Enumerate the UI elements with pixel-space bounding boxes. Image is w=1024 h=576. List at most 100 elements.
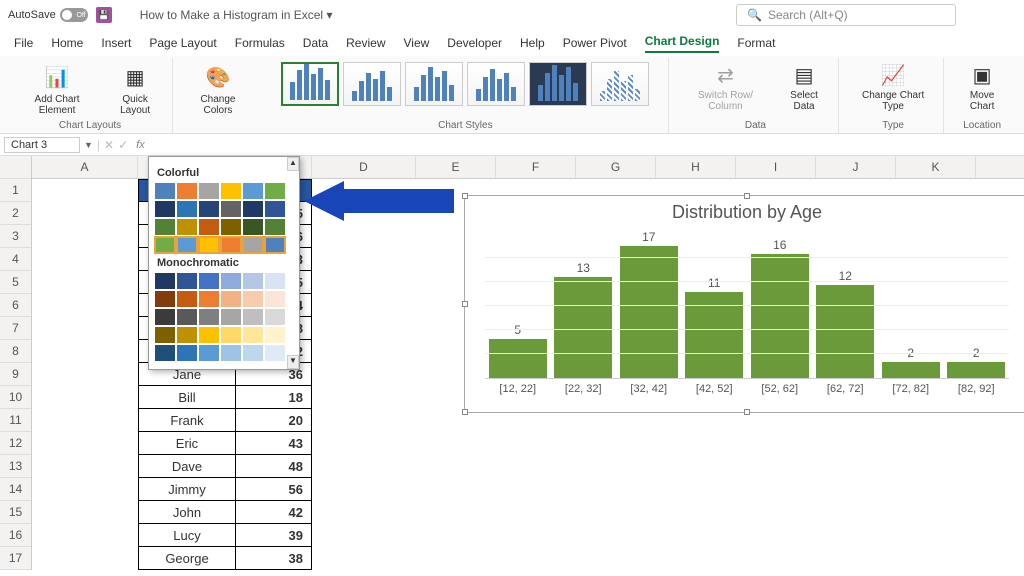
color-swatch[interactable] [265,273,285,289]
scroll-up-icon[interactable]: ▲ [287,157,299,171]
scroll-down-icon[interactable]: ▼ [287,355,299,369]
resize-handle[interactable] [462,409,468,415]
tab-developer[interactable]: Developer [447,36,502,50]
table-cell[interactable]: Bill [138,386,236,409]
color-swatch[interactable] [199,345,219,361]
color-swatch[interactable] [221,237,241,253]
color-swatch[interactable] [243,345,263,361]
color-swatch[interactable] [243,327,263,343]
column-header[interactable]: K [896,156,976,178]
table-cell[interactable]: Lucy [138,524,236,547]
tab-help[interactable]: Help [520,36,545,50]
color-swatch[interactable] [265,345,285,361]
row-header[interactable]: 9 [0,363,31,386]
select-data-button[interactable]: ▤Select Data [776,62,832,114]
resize-handle[interactable] [744,193,750,199]
color-swatch[interactable] [265,291,285,307]
color-swatch[interactable] [221,273,241,289]
chart-bar[interactable]: 16 [750,238,810,378]
resize-handle[interactable] [744,409,750,415]
add-chart-element-button[interactable]: 📊Add Chart Element [14,62,100,118]
row-header[interactable]: 3 [0,225,31,248]
chevron-down-icon[interactable]: ▼ [84,140,93,150]
column-header[interactable]: G [576,156,656,178]
table-cell[interactable]: Dave [138,455,236,478]
embedded-chart[interactable]: ＋ 🖌 Distribution by Age 5131711161222 [1… [464,195,1024,413]
chart-bar[interactable]: 13 [553,261,613,378]
color-swatch[interactable] [155,291,175,307]
color-swatch[interactable] [155,345,175,361]
table-cell[interactable]: 43 [236,432,312,455]
color-swatch[interactable] [199,201,219,217]
table-cell[interactable]: 42 [236,501,312,524]
color-swatch[interactable] [221,219,241,235]
fx-icon[interactable]: fx [136,139,145,151]
table-cell[interactable]: George [138,547,236,570]
color-swatch[interactable] [265,237,285,253]
change-chart-type-button[interactable]: 📈Change Chart Type [849,62,937,114]
row-header[interactable]: 5 [0,271,31,294]
color-swatch[interactable] [243,237,263,253]
chart-bar[interactable]: 2 [946,346,1006,378]
table-cell[interactable]: John [138,501,236,524]
color-swatch[interactable] [221,327,241,343]
color-swatch[interactable] [155,309,175,325]
chart-bar[interactable]: 17 [619,230,679,378]
tab-power-pivot[interactable]: Power Pivot [563,36,627,50]
table-cell[interactable]: Jimmy [138,478,236,501]
table-cell[interactable]: Eric [138,432,236,455]
color-swatch[interactable] [155,219,175,235]
chart-style-4[interactable] [467,62,525,106]
change-colors-button[interactable]: 🎨Change Colors [183,62,253,118]
chart-style-5[interactable] [529,62,587,106]
table-cell[interactable]: 18 [236,386,312,409]
tab-review[interactable]: Review [346,36,385,50]
color-swatch[interactable] [177,309,197,325]
color-swatch[interactable] [221,201,241,217]
tab-page-layout[interactable]: Page Layout [149,36,216,50]
column-header[interactable]: J [816,156,896,178]
plot-area[interactable]: 5131711161222 [485,229,1009,379]
color-swatch[interactable] [221,183,241,199]
row-header[interactable]: 11 [0,409,31,432]
color-swatch[interactable] [265,183,285,199]
color-swatch[interactable] [265,309,285,325]
resize-handle[interactable] [462,301,468,307]
color-swatch[interactable] [265,327,285,343]
color-swatch[interactable] [155,201,175,217]
color-swatch[interactable] [199,237,219,253]
color-swatch[interactable] [177,327,197,343]
name-box[interactable]: Chart 3 [4,137,80,153]
row-header[interactable]: 12 [0,432,31,455]
chart-style-1[interactable] [281,62,339,106]
move-chart-button[interactable]: ▣Move Chart [954,62,1010,114]
chart-style-2[interactable] [343,62,401,106]
quick-layout-button[interactable]: ▦Quick Layout [104,62,166,118]
table-cell[interactable]: 48 [236,455,312,478]
row-header[interactable]: 6 [0,294,31,317]
color-swatch[interactable] [199,291,219,307]
color-swatch[interactable] [199,273,219,289]
tab-chart-design[interactable]: Chart Design [645,34,720,53]
toggle-switch[interactable]: Off [60,8,88,22]
table-cell[interactable]: 38 [236,547,312,570]
color-swatch[interactable] [243,291,263,307]
chart-style-6[interactable] [591,62,649,106]
chart-bar[interactable]: 11 [684,276,744,378]
row-header[interactable]: 14 [0,478,31,501]
row-header[interactable]: 7 [0,317,31,340]
column-header[interactable]: H [656,156,736,178]
color-swatch[interactable] [199,309,219,325]
column-header[interactable]: D [312,156,416,178]
color-swatch[interactable] [155,183,175,199]
table-cell[interactable]: 56 [236,478,312,501]
select-all[interactable] [0,156,31,179]
color-swatch[interactable] [177,201,197,217]
row-header[interactable]: 8 [0,340,31,363]
chart-title[interactable]: Distribution by Age [465,196,1024,229]
autosave-toggle[interactable]: AutoSave Off [8,8,88,22]
chart-bar[interactable]: 2 [881,346,941,378]
row-header[interactable]: 17 [0,547,31,570]
color-swatch[interactable] [243,201,263,217]
color-swatch[interactable] [243,309,263,325]
